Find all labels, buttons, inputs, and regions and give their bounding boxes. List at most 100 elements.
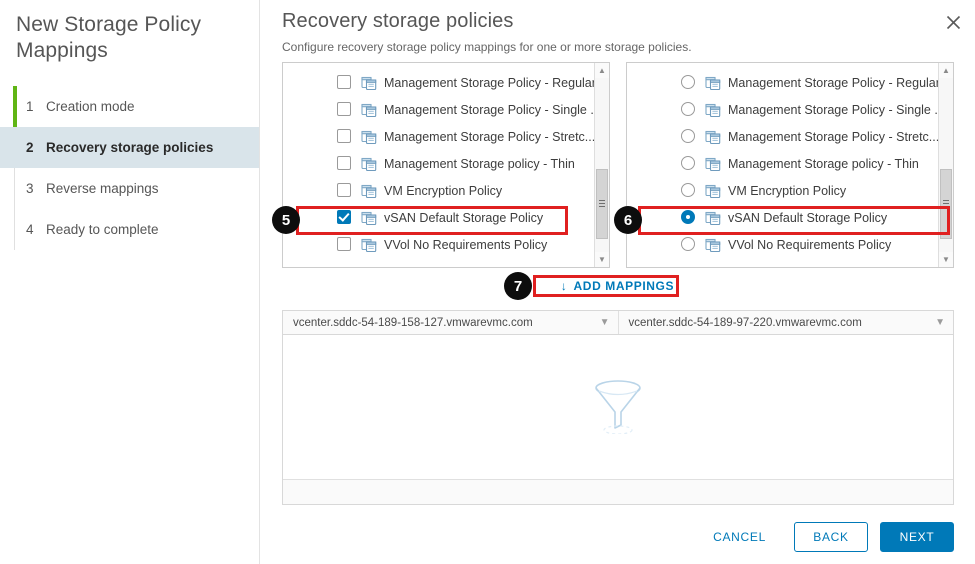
- storage-policy-icon: [705, 102, 721, 118]
- annotation-badge-5: 5: [272, 206, 300, 234]
- policy-radio[interactable]: [681, 74, 697, 91]
- source-policy-row[interactable]: Management Storage Policy - Single ...: [283, 96, 594, 123]
- policy-label: Management Storage Policy - Single ...: [728, 102, 938, 117]
- policy-checkbox[interactable]: [337, 128, 353, 145]
- close-icon[interactable]: [940, 9, 966, 35]
- add-mappings-button[interactable]: ↓ ADD MAPPINGS: [551, 275, 684, 297]
- storage-policy-icon: [361, 210, 377, 226]
- policy-dual-list: Management Storage Policy - Regular Manag…: [282, 62, 954, 268]
- wizard-main-panel: Recovery storage policies Configure reco…: [260, 0, 975, 564]
- cancel-button[interactable]: CANCEL: [697, 522, 782, 552]
- policy-checkbox[interactable]: [337, 236, 353, 253]
- radio-mark: [681, 155, 695, 170]
- scrollbar-thumb[interactable]: [596, 169, 608, 239]
- scrollbar-grip: [943, 200, 949, 201]
- target-policy-row[interactable]: Management Storage Policy - Stretc...: [627, 123, 938, 150]
- source-policy-row[interactable]: Management Storage Policy - Regular: [283, 69, 594, 96]
- mappings-table-body: [283, 335, 953, 479]
- wizard-step-reverse-mappings[interactable]: 3 Reverse mappings: [0, 168, 259, 209]
- scrollbar-grip: [599, 200, 605, 201]
- policy-label: VVol No Requirements Policy: [728, 237, 892, 252]
- annotation-badge-7: 7: [504, 272, 532, 300]
- next-button[interactable]: NEXT: [880, 522, 954, 552]
- storage-policy-icon: [705, 210, 721, 226]
- step-number: 3: [26, 181, 34, 196]
- policy-checkbox[interactable]: [337, 209, 353, 226]
- step-number: 1: [26, 99, 34, 114]
- source-policy-list[interactable]: Management Storage Policy - Regular Manag…: [282, 62, 610, 268]
- scroll-down-icon[interactable]: ▼: [939, 252, 953, 267]
- policy-label: Management Storage Policy - Single ...: [384, 102, 594, 117]
- policy-label: VM Encryption Policy: [728, 183, 847, 198]
- check-mark: [337, 182, 351, 197]
- policy-radio[interactable]: [681, 128, 697, 145]
- storage-policy-icon: [705, 129, 721, 145]
- column-header-label: vcenter.sddc-54-189-97-220.vmwarevmc.com: [628, 316, 862, 329]
- scroll-down-icon[interactable]: ▼: [595, 252, 609, 267]
- back-button[interactable]: BACK: [794, 522, 868, 552]
- scrollbar-thumb[interactable]: [940, 169, 952, 239]
- policy-label: VVol No Requirements Policy: [384, 237, 548, 252]
- target-policy-row[interactable]: Management Storage Policy - Single ...: [627, 96, 938, 123]
- policy-checkbox[interactable]: [337, 182, 353, 199]
- wizard-sidebar: New Storage Policy Mappings 1 Creation m…: [0, 0, 260, 564]
- source-policy-list-items: Management Storage Policy - Regular Manag…: [283, 63, 594, 267]
- check-mark: [337, 74, 351, 89]
- storage-policy-icon: [361, 237, 377, 253]
- step-label: Reverse mappings: [46, 181, 159, 196]
- target-policy-row[interactable]: Management Storage policy - Thin: [627, 150, 938, 177]
- source-policy-row[interactable]: VM Encryption Policy: [283, 177, 594, 204]
- step-number: 2: [26, 140, 34, 155]
- policy-radio[interactable]: [681, 101, 697, 118]
- target-policy-row[interactable]: VM Encryption Policy: [627, 177, 938, 204]
- target-policy-row[interactable]: Management Storage Policy - Regular: [627, 69, 938, 96]
- storage-policy-icon: [361, 183, 377, 199]
- policy-checkbox[interactable]: [337, 155, 353, 172]
- add-mappings-label: ADD MAPPINGS: [573, 279, 675, 293]
- source-list-scrollbar[interactable]: ▲ ▼: [594, 63, 609, 267]
- radio-mark: [681, 74, 695, 89]
- target-policy-list[interactable]: Management Storage Policy - Regular Manag…: [626, 62, 954, 268]
- filter-icon[interactable]: ▼: [600, 317, 610, 328]
- table-column-header-target[interactable]: vcenter.sddc-54-189-97-220.vmwarevmc.com…: [619, 311, 954, 334]
- policy-label: Management Storage Policy - Stretc...: [728, 129, 938, 144]
- radio-mark: [681, 101, 695, 116]
- target-list-scrollbar[interactable]: ▲ ▼: [938, 63, 953, 267]
- storage-policy-icon: [705, 75, 721, 91]
- scroll-up-icon[interactable]: ▲: [939, 63, 953, 78]
- wizard-step-ready-to-complete[interactable]: 4 Ready to complete: [0, 209, 259, 250]
- table-column-header-source[interactable]: vcenter.sddc-54-189-158-127.vmwarevmc.co…: [283, 311, 619, 334]
- step-number: 4: [26, 222, 34, 237]
- source-policy-row[interactable]: Management Storage Policy - Stretc...: [283, 123, 594, 150]
- mappings-table-footer: [283, 479, 953, 504]
- mappings-table: vcenter.sddc-54-189-158-127.vmwarevmc.co…: [282, 310, 954, 505]
- radio-mark: [681, 236, 695, 251]
- source-policy-row[interactable]: vSAN Default Storage Policy: [283, 204, 594, 231]
- page-subtitle: Configure recovery storage policy mappin…: [282, 40, 692, 54]
- check-mark: [337, 128, 351, 143]
- policy-checkbox[interactable]: [337, 74, 353, 91]
- wizard-step-recovery-storage-policies[interactable]: 2 Recovery storage policies: [0, 127, 259, 168]
- storage-policy-icon: [361, 102, 377, 118]
- target-policy-row[interactable]: VVol No Requirements Policy: [627, 231, 938, 258]
- wizard-title: New Storage Policy Mappings: [16, 13, 202, 62]
- filter-icon[interactable]: ▼: [935, 317, 945, 328]
- scroll-up-icon[interactable]: ▲: [595, 63, 609, 78]
- target-policy-list-items: Management Storage Policy - Regular Manag…: [627, 63, 938, 267]
- source-policy-row[interactable]: Management Storage policy - Thin: [283, 150, 594, 177]
- policy-radio[interactable]: [681, 209, 697, 226]
- policy-radio[interactable]: [681, 155, 697, 172]
- policy-checkbox[interactable]: [337, 101, 353, 118]
- source-policy-row[interactable]: VVol No Requirements Policy: [283, 231, 594, 258]
- annotation-badge-6: 6: [614, 206, 642, 234]
- policy-radio[interactable]: [681, 182, 697, 199]
- radio-mark: [681, 128, 695, 143]
- dialog-footer: CANCEL BACK NEXT: [697, 522, 954, 552]
- policy-label: Management Storage Policy - Regular: [384, 75, 594, 90]
- policy-radio[interactable]: [681, 236, 697, 253]
- wizard-step-creation-mode[interactable]: 1 Creation mode: [0, 86, 259, 127]
- target-policy-row[interactable]: vSAN Default Storage Policy: [627, 204, 938, 231]
- mappings-table-header: vcenter.sddc-54-189-158-127.vmwarevmc.co…: [283, 311, 953, 335]
- check-mark: [337, 236, 351, 251]
- policy-label: vSAN Default Storage Policy: [384, 210, 544, 225]
